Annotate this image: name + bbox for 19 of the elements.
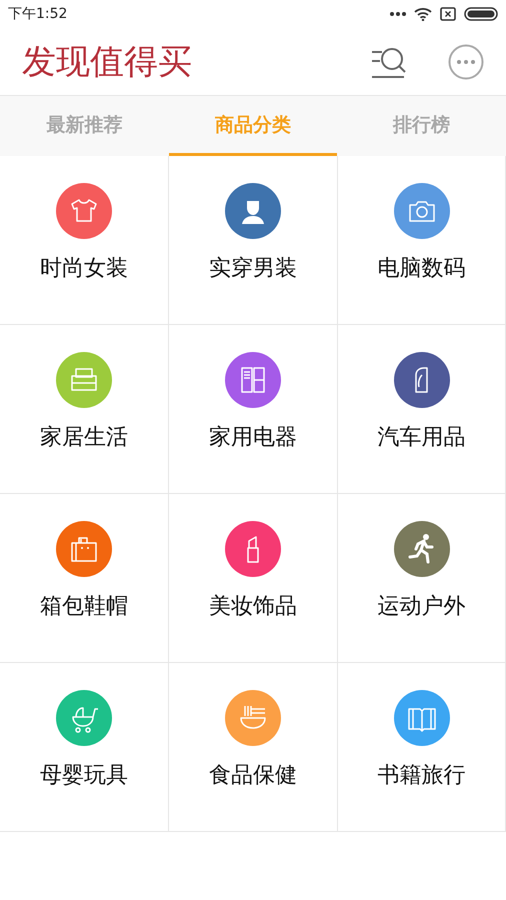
category-tile[interactable]: 母婴玩具 [0, 663, 169, 832]
sim-icon [440, 7, 456, 21]
category-tile[interactable]: 书籍旅行 [338, 663, 506, 832]
battery-icon [464, 7, 498, 21]
category-tile[interactable]: 美妆饰品 [169, 494, 338, 663]
app-title: 发现值得买 [22, 40, 193, 84]
category-tile[interactable]: 实穿男装 [169, 156, 338, 325]
category-tile[interactable]: 家用电器 [169, 325, 338, 494]
category-tile[interactable]: 时尚女装 [0, 156, 169, 325]
category-tile[interactable]: 汽车用品 [338, 325, 506, 494]
category-tile[interactable]: 箱包鞋帽 [0, 494, 169, 663]
status-time: 下午1:52 [8, 5, 68, 23]
category-tile[interactable]: 食品保健 [169, 663, 338, 832]
wifi-icon [414, 7, 432, 21]
category-tile[interactable]: 运动户外 [338, 494, 506, 663]
dots-icon [390, 12, 406, 16]
category-tile[interactable]: 电脑数码 [338, 156, 506, 325]
category-tile[interactable]: 家居生活 [0, 325, 169, 494]
more-button[interactable] [448, 44, 484, 80]
